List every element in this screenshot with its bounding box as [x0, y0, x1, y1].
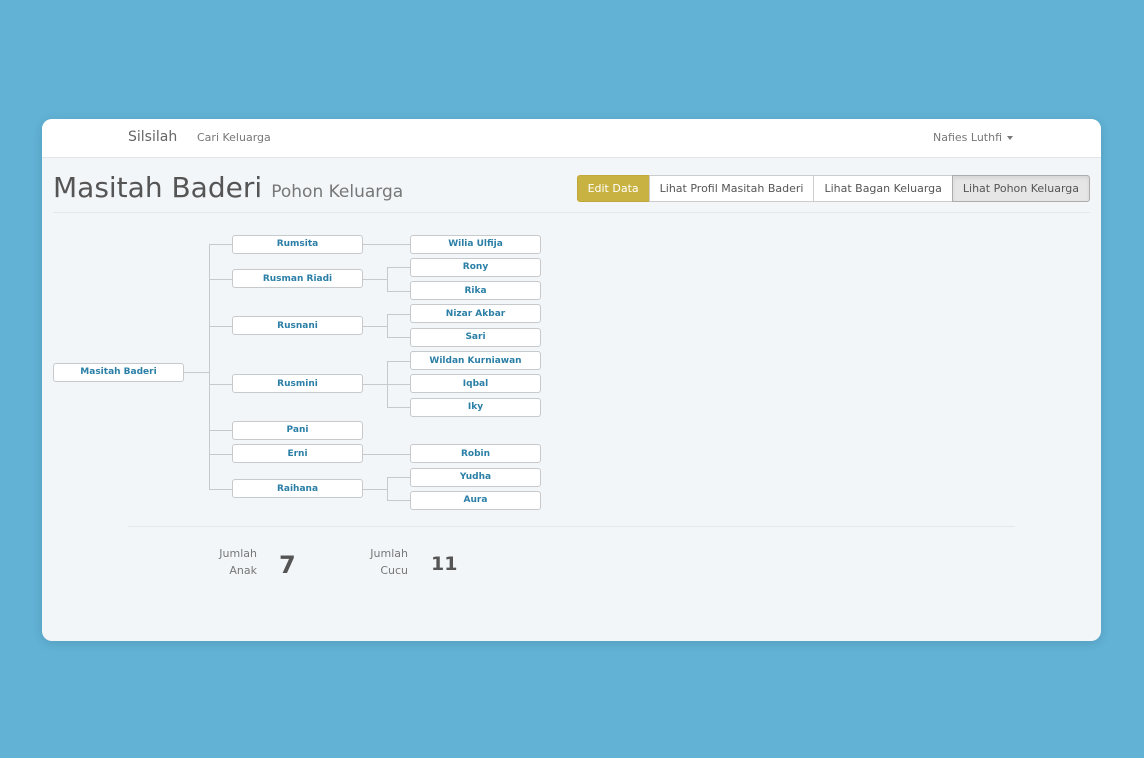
user-name: Nafies Luthfi: [932, 131, 1002, 144]
view-family-tree-button[interactable]: Lihat Pohon Keluarga: [951, 175, 1090, 202]
tree-connector: [363, 325, 387, 327]
child-node[interactable]: Rusmini: [232, 374, 363, 394]
children-count-label: Jumlah Anak: [197, 545, 257, 579]
grandchild-node[interactable]: Robin: [410, 444, 541, 464]
view-family-chart-button[interactable]: Lihat Bagan Keluarga: [813, 175, 953, 202]
tree-connector: [387, 477, 388, 501]
tree-connector: [387, 500, 410, 502]
tree-connector: [209, 488, 232, 490]
tree-connector: [209, 244, 232, 245]
grandchild-node[interactable]: Yudha: [410, 467, 541, 487]
tree-connector: [363, 488, 387, 490]
tree-connector: [387, 313, 410, 315]
tree-connector: [363, 383, 387, 385]
action-button-group: Edit Data Lihat Profil Masitah Baderi Li…: [576, 175, 1090, 202]
tree-connector: [387, 477, 410, 478]
grandchildren-count-label: Jumlah Cucu: [348, 545, 408, 579]
tree-connector: [363, 244, 410, 245]
child-node[interactable]: Rusman Riadi: [232, 269, 363, 289]
root-node[interactable]: Masitah Baderi: [53, 362, 184, 382]
family-tree: Rumsita Wilia Ulfija Rusman Riadi Rony Rika R…: [42, 119, 642, 539]
view-profile-button[interactable]: Lihat Profil Masitah Baderi: [648, 175, 815, 202]
tree-connector: [387, 407, 410, 409]
tree-connector: [363, 278, 387, 280]
children-label-line-1: Jumlah: [219, 547, 257, 560]
grandchild-node[interactable]: Rika: [410, 281, 541, 301]
grandchildren-label-line-2: Cucu: [380, 564, 408, 577]
child-node[interactable]: Pani: [232, 420, 363, 440]
app-window: Silsilah Cari Keluarga Nafies Luthfi Mas…: [42, 119, 1101, 641]
tree-connector: [387, 267, 388, 291]
grandchild-node[interactable]: Iqbal: [410, 374, 541, 394]
grandchildren-label-line-1: Jumlah: [370, 547, 408, 560]
grandchild-node[interactable]: Wilia Ulfija: [410, 234, 541, 254]
user-menu[interactable]: Nafies Luthfi: [933, 131, 1013, 144]
child-node[interactable]: Rumsita: [232, 234, 363, 254]
child-node[interactable]: Erni: [232, 444, 363, 464]
grandchild-node[interactable]: Iky: [410, 397, 541, 417]
tree-connector: [387, 290, 410, 292]
grandchild-node[interactable]: Aura: [410, 490, 541, 510]
children-count-value: 7: [279, 551, 296, 579]
tree-connector: [387, 360, 410, 362]
tree-connector: [209, 383, 232, 385]
tree-connector: [209, 244, 210, 489]
tree-connector: [387, 383, 410, 385]
grandchild-node[interactable]: Wildan Kurniawan: [410, 351, 541, 370]
tree-connector: [363, 453, 410, 455]
tree-connector: [209, 453, 232, 455]
tree-connector: [209, 325, 232, 327]
child-node[interactable]: Rusnani: [232, 316, 363, 336]
tree-connector: [184, 372, 209, 373]
grandchild-node[interactable]: Sari: [410, 327, 541, 347]
tree-connector: [387, 337, 410, 339]
tree-connector: [387, 313, 388, 338]
tree-connector: [209, 430, 232, 432]
children-label-line-2: Anak: [229, 564, 257, 577]
grandchild-node[interactable]: Rony: [410, 257, 541, 277]
caret-down-icon: [1007, 136, 1013, 140]
child-node[interactable]: Raihana: [232, 479, 363, 499]
grandchildren-count-value: 11: [431, 553, 458, 575]
grandchild-node[interactable]: Nizar Akbar: [410, 304, 541, 324]
tree-connector: [209, 278, 232, 280]
stats-divider: [128, 526, 1015, 527]
tree-connector: [387, 267, 410, 269]
